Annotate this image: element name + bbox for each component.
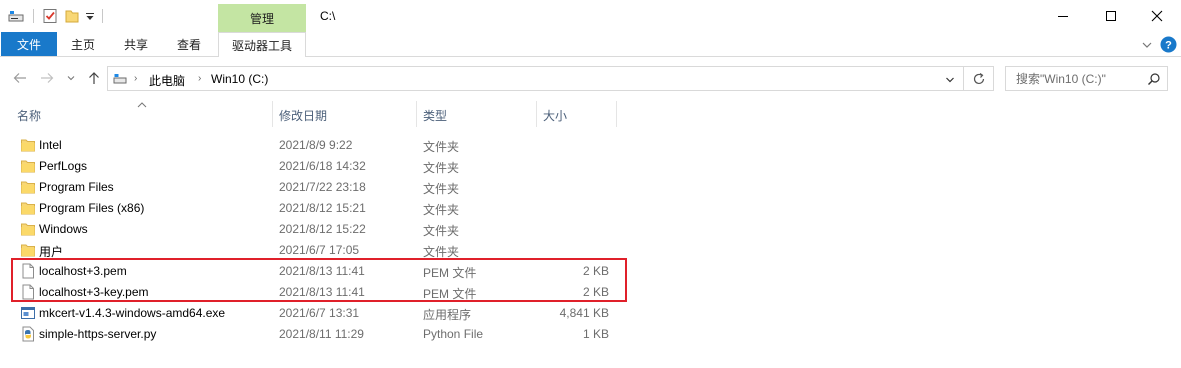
folder-icon [20, 137, 36, 153]
column-header-name[interactable]: 名称 [11, 103, 272, 127]
drive-icon [6, 0, 26, 32]
folder-icon [20, 242, 36, 258]
file-type: 文件夹 [423, 224, 460, 238]
tab-share[interactable]: 共享 [113, 32, 159, 56]
column-header-date[interactable]: 修改日期 [273, 103, 416, 127]
file-date: 2021/8/12 15:21 [279, 201, 366, 215]
file-size: 1 KB [582, 327, 609, 341]
minimize-button[interactable] [1040, 0, 1086, 32]
file-date: 2021/8/9 9:22 [279, 138, 353, 152]
close-icon [1151, 10, 1163, 22]
breadcrumb-drive[interactable]: Win10 (C:) [211, 72, 268, 86]
folder-icon [20, 179, 36, 195]
file-row[interactable]: Intel 2021/8/9 9:22 文件夹 [17, 134, 615, 155]
file-row[interactable]: simple-https-server.py 2021/8/11 11:29 Pyt… [17, 323, 615, 344]
breadcrumb-this-pc[interactable]: 此电脑 [149, 72, 185, 89]
window-title: C:\ [320, 9, 336, 23]
file-name: Windows [39, 222, 88, 236]
address-dropdown-icon[interactable] [945, 74, 955, 88]
exe-icon [20, 305, 36, 321]
folder-icon [20, 221, 36, 237]
back-button[interactable] [9, 66, 31, 90]
properties-check-icon[interactable] [40, 0, 60, 32]
ribbon-bar: 文件 主页 共享 查看 驱动器工具 [0, 32, 1181, 57]
file-row[interactable]: Windows 2021/8/12 15:22 文件夹 [17, 218, 615, 239]
breadcrumb-separator: › [134, 73, 138, 84]
chevron-down-icon [1142, 42, 1152, 48]
search-icon[interactable] [1147, 72, 1161, 89]
python-file-icon [20, 326, 36, 342]
file-row[interactable]: mkcert-v1.4.3-windows-amd64.exe 2021/6/7 … [17, 302, 615, 323]
file-type: 文件夹 [423, 182, 460, 196]
column-header-type[interactable]: 类型 [417, 103, 536, 127]
file-row[interactable]: Program Files 2021/7/22 23:18 文件夹 [17, 176, 615, 197]
search-input[interactable] [1006, 67, 1142, 90]
maximize-button[interactable] [1088, 0, 1134, 32]
file-row[interactable]: 用户 2021/6/7 17:05 文件夹 [17, 239, 615, 260]
file-name: Program Files [39, 180, 114, 194]
file-name: PerfLogs [39, 159, 88, 173]
drive-icon [113, 72, 127, 89]
up-arrow-icon [89, 72, 99, 84]
forward-arrow-icon [41, 73, 54, 83]
file-size: 4,841 KB [559, 306, 609, 320]
file-name: simple-https-server.py [39, 327, 157, 341]
file-name: Program Files (x86) [39, 201, 145, 215]
maximize-icon [1106, 11, 1116, 21]
file-date: 2021/6/7 17:05 [279, 243, 360, 257]
close-button[interactable] [1134, 0, 1180, 32]
file-name: Intel [39, 138, 62, 152]
file-type: 文件夹 [423, 203, 460, 217]
toolbar-divider [101, 0, 103, 32]
file-type: 应用程序 [423, 308, 472, 322]
file-type: 文件夹 [423, 161, 460, 175]
title-bar: 管理 C:\ [0, 0, 1181, 32]
file-type: 文件夹 [423, 140, 460, 154]
highlight-box [11, 258, 627, 302]
file-date: 2021/6/7 13:31 [279, 306, 360, 320]
minimize-icon [1058, 16, 1068, 17]
tab-drive-tools[interactable]: 驱动器工具 [218, 32, 306, 57]
toolbar-divider [32, 0, 34, 32]
file-date: 2021/7/22 23:18 [279, 180, 366, 194]
up-button[interactable] [84, 66, 104, 90]
dropdown-icon[interactable] [84, 0, 96, 32]
file-date: 2021/8/11 11:29 [279, 327, 364, 341]
help-button[interactable]: ? [1158, 32, 1178, 57]
file-date: 2021/8/12 15:22 [279, 222, 366, 236]
breadcrumb-separator: › [198, 73, 202, 84]
refresh-button[interactable] [964, 66, 994, 91]
ribbon-expand-button[interactable] [1138, 32, 1156, 57]
search-box[interactable] [1005, 66, 1168, 91]
refresh-icon [973, 72, 984, 84]
recent-dropdown-icon [67, 76, 75, 81]
folder-icon [20, 158, 36, 174]
column-header-size[interactable]: 大小 [537, 103, 616, 127]
file-date: 2021/6/18 14:32 [279, 159, 366, 173]
tab-home[interactable]: 主页 [60, 32, 106, 56]
column-divider[interactable] [616, 101, 617, 127]
back-arrow-icon [13, 73, 26, 83]
forward-button[interactable] [36, 66, 58, 90]
address-bar[interactable]: › 此电脑 › Win10 (C:) [107, 66, 964, 91]
tab-view[interactable]: 查看 [166, 32, 212, 56]
recent-locations-button[interactable] [64, 66, 78, 90]
file-row[interactable]: PerfLogs 2021/6/18 14:32 文件夹 [17, 155, 615, 176]
help-icon: ? [1160, 36, 1176, 53]
tab-manage[interactable]: 管理 [218, 4, 306, 32]
folder-icon [20, 200, 36, 216]
new-folder-icon[interactable] [62, 0, 82, 32]
file-name: mkcert-v1.4.3-windows-amd64.exe [39, 306, 226, 320]
svg-text:?: ? [1165, 40, 1172, 52]
file-row[interactable]: Program Files (x86) 2021/8/12 15:21 文件夹 [17, 197, 615, 218]
tab-file[interactable]: 文件 [1, 32, 57, 56]
file-type: Python File [423, 327, 484, 341]
